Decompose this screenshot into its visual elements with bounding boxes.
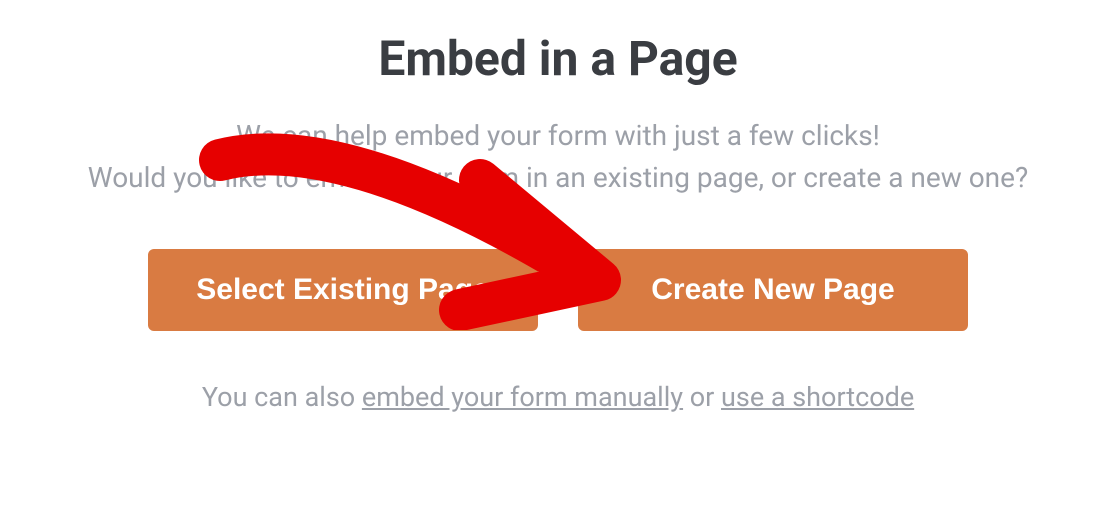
page-title: Embed in a Page [378,30,737,87]
use-shortcode-link[interactable]: use a shortcode [721,381,914,413]
description-line-1: We can help embed your form with just a … [236,119,880,152]
select-existing-page-button[interactable]: Select Existing Page [148,249,538,331]
button-row: Select Existing Page Create New Page [148,249,968,331]
embed-manually-link[interactable]: embed your form manually [362,381,683,413]
footer-text: You can also embed your form manually or… [202,381,914,413]
description-line-2: Would you like to embed your form in an … [88,161,1028,194]
description-text: We can help embed your form with just a … [88,115,1028,199]
create-new-page-button[interactable]: Create New Page [578,249,968,331]
footer-prefix: You can also [202,381,362,413]
footer-middle: or [683,381,721,413]
